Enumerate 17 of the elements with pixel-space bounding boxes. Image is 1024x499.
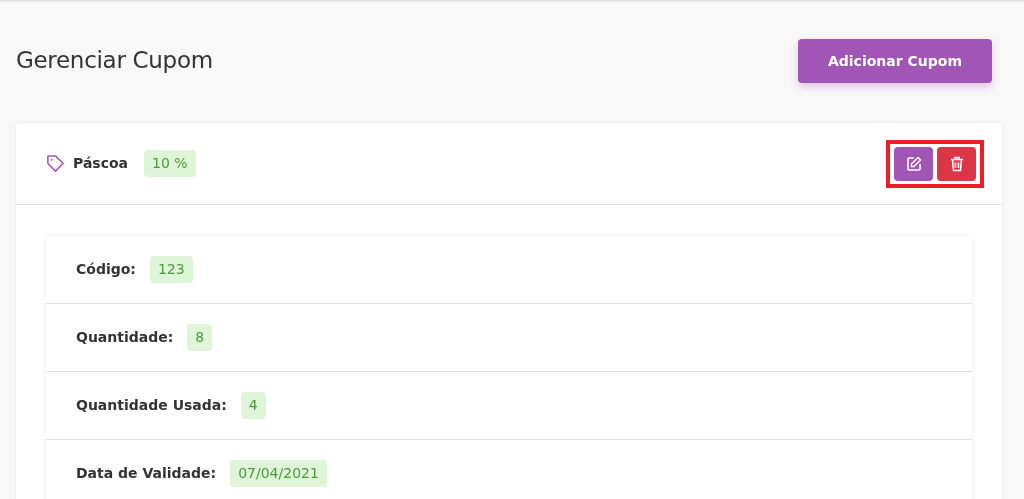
add-coupon-button[interactable]: Adicionar Cupom bbox=[798, 39, 992, 83]
discount-tag: 10 % bbox=[144, 150, 196, 177]
edit-button[interactable] bbox=[894, 146, 933, 181]
field-label: Data de Validade: bbox=[76, 464, 217, 483]
field-value: 07/04/2021 bbox=[230, 460, 327, 487]
trash-icon bbox=[949, 155, 964, 172]
field-value: 4 bbox=[240, 392, 266, 419]
field-label: Código: bbox=[76, 260, 136, 279]
page-title: Gerenciar Cupom bbox=[16, 47, 213, 75]
field-label: Quantidade Usada: bbox=[76, 396, 227, 415]
delete-button[interactable] bbox=[937, 146, 976, 181]
coupon-name: Páscoa bbox=[73, 154, 129, 173]
field-value: 123 bbox=[149, 256, 193, 283]
field-value: 8 bbox=[187, 324, 213, 351]
field-label: Quantidade: bbox=[76, 328, 174, 347]
edit-icon bbox=[905, 155, 922, 172]
tag-icon bbox=[46, 154, 65, 173]
